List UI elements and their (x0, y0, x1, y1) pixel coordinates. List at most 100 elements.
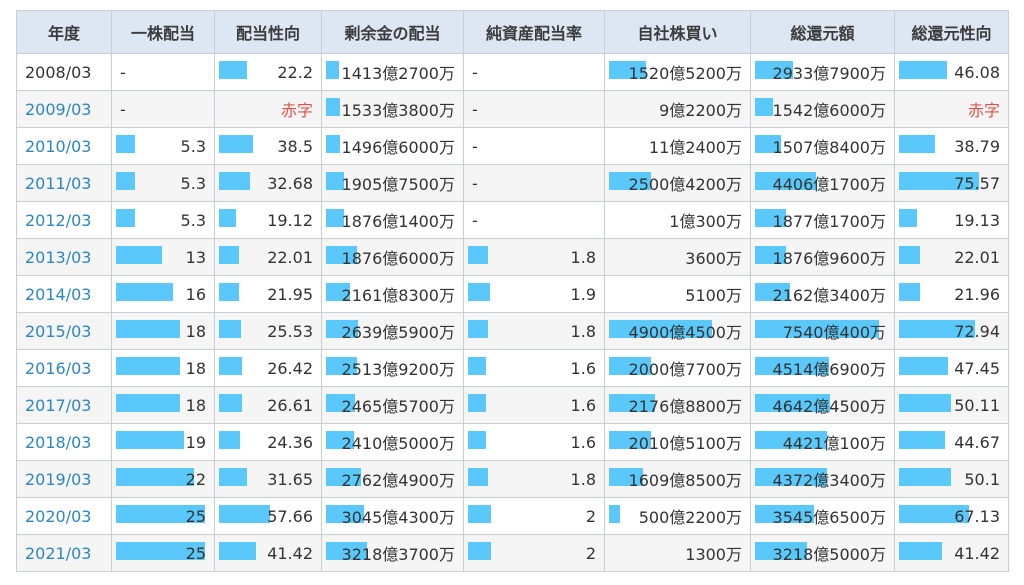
cell-value: 22.2 (277, 62, 313, 82)
cell-value: 2465億5700万 (341, 397, 455, 416)
year-link[interactable]: 2011/03 (16, 164, 112, 202)
header-total-return[interactable]: 総還元額 (750, 10, 895, 54)
cell-value: 13 (185, 247, 206, 267)
payout-ratio-cell: 41.42 (214, 534, 322, 572)
year-link[interactable]: 2021/03 (16, 534, 112, 572)
header-buyback[interactable]: 自社株買い (604, 10, 751, 54)
payout-ratio-cell: 21.95 (214, 275, 322, 313)
value-bar (899, 394, 951, 412)
dividend-per-share-cell: 16 (111, 275, 215, 313)
cell-value: 1609億8500万 (628, 471, 742, 490)
buyback-cell: 1520億5200万 (604, 53, 751, 91)
dividend-per-share-cell: 18 (111, 312, 215, 350)
cell-value: - (120, 62, 126, 82)
payout-ratio-cell: 32.68 (214, 164, 322, 202)
year-link[interactable]: 2016/03 (16, 349, 112, 387)
table-row: 2014/03 16 21.95 2161億8300万 1.9 5100万 2162億340… (16, 275, 1009, 313)
table-row: 2018/03 19 24.36 2410億5000万 1.6 2010億5100万 442… (16, 423, 1009, 461)
payout-ratio-cell: 19.12 (214, 201, 322, 239)
total-return-cell: 1877億1700万 (750, 201, 895, 239)
cell-value: 21.96 (954, 284, 1000, 304)
doe-cell: 2 (463, 497, 605, 535)
year-link[interactable]: 2018/03 (16, 423, 112, 461)
surplus-dividend-cell: 2639億5900万 (321, 312, 464, 350)
value-bar (326, 98, 340, 116)
year-link[interactable]: 2017/03 (16, 386, 112, 424)
buyback-cell: 3600万 (604, 238, 751, 276)
total-return-ratio-cell: 21.96 (894, 275, 1009, 313)
cell-value: 1.8 (570, 321, 596, 341)
cell-value: 21.95 (267, 284, 313, 304)
cell-value: 38.5 (277, 136, 313, 156)
year-link[interactable]: 2009/03 (16, 90, 112, 128)
buyback-cell: 2176億8800万 (604, 386, 751, 424)
dividend-table-container: 年度 一株配当 配当性向 剰余金の配当 純資産配当率 自社株買い 総還元額 総還… (16, 10, 1009, 572)
cell-value: 4900億4500万 (628, 323, 742, 342)
cell-value: 2513億9200万 (341, 360, 455, 379)
payout-ratio-cell: 25.53 (214, 312, 322, 350)
cell-value: 38.79 (954, 136, 1000, 156)
total-return-cell: 4642億4500万 (750, 386, 895, 424)
cell-value: 50.11 (954, 395, 1000, 415)
year-link[interactable]: 2020/03 (16, 497, 112, 535)
doe-cell: 1.6 (463, 423, 605, 461)
header-payout-ratio[interactable]: 配当性向 (214, 10, 322, 54)
value-bar (899, 431, 945, 449)
header-total-return-ratio[interactable]: 総還元性向 (894, 10, 1009, 54)
value-bar (899, 283, 920, 301)
year-link[interactable]: 2013/03 (16, 238, 112, 276)
header-dividend-per-share[interactable]: 一株配当 (111, 10, 215, 54)
cell-value: 赤字 (280, 101, 313, 120)
cell-value: 9億2200万 (659, 101, 742, 120)
header-doe[interactable]: 純資産配当率 (463, 10, 605, 54)
cell-value: 67.13 (954, 506, 1000, 526)
year-link[interactable]: 2019/03 (16, 460, 112, 498)
cell-value: 1.9 (570, 284, 596, 304)
total-return-cell: 3218億5000万 (750, 534, 895, 572)
total-return-cell: 7540億400万 (750, 312, 895, 350)
value-bar (219, 172, 250, 190)
year-link[interactable]: 2012/03 (16, 201, 112, 239)
value-bar (219, 394, 242, 412)
dividend-per-share-cell: 5.3 (111, 164, 215, 202)
cell-value: 2933億7900万 (772, 64, 886, 83)
year-link[interactable]: 2010/03 (16, 127, 112, 165)
table-row: 2017/03 18 26.61 2465億5700万 1.6 2176億8800万 464… (16, 386, 1009, 424)
value-bar (219, 61, 247, 79)
buyback-cell: 500億2200万 (604, 497, 751, 535)
dividend-per-share-cell: 5.3 (111, 201, 215, 239)
total-return-cell: 4514億6900万 (750, 349, 895, 387)
year-link[interactable]: 2015/03 (16, 312, 112, 350)
value-bar (116, 283, 173, 301)
payout-ratio-cell: 22.2 (214, 53, 322, 91)
cell-value: 5.3 (180, 136, 206, 156)
payout-ratio-cell: 赤字 (214, 90, 322, 128)
cell-value: 2500億4200万 (628, 175, 742, 194)
doe-cell: - (463, 90, 605, 128)
cell-value: - (120, 99, 126, 119)
total-return-ratio-cell: 67.13 (894, 497, 1009, 535)
value-bar (468, 283, 490, 301)
surplus-dividend-cell: 1533億3800万 (321, 90, 464, 128)
header-year[interactable]: 年度 (16, 10, 112, 54)
year-link[interactable]: 2014/03 (16, 275, 112, 313)
surplus-dividend-cell: 1876億1400万 (321, 201, 464, 239)
cell-value: 1876億1400万 (341, 212, 455, 231)
cell-value: 2 (585, 506, 596, 526)
cell-value: 3545億6500万 (772, 508, 886, 527)
doe-cell: 1.8 (463, 460, 605, 498)
cell-value: 2762億4900万 (341, 471, 455, 490)
doe-cell: 1.6 (463, 349, 605, 387)
surplus-dividend-cell: 1876億6000万 (321, 238, 464, 276)
shareholder-return-table: 年度 一株配当 配当性向 剰余金の配当 純資産配当率 自社株買い 総還元額 総還… (16, 10, 1009, 572)
cell-value: 3218億3700万 (341, 545, 455, 564)
total-return-ratio-cell: 72.94 (894, 312, 1009, 350)
cell-value: 4642億4500万 (772, 397, 886, 416)
table-row: 2016/03 18 26.42 2513億9200万 1.6 2000億7700万 451… (16, 349, 1009, 387)
total-return-ratio-cell: 50.1 (894, 460, 1009, 498)
value-bar (899, 468, 951, 486)
header-surplus-dividend[interactable]: 剰余金の配当 (321, 10, 464, 54)
dividend-per-share-cell: 5.3 (111, 127, 215, 165)
cell-value: 3045億4300万 (341, 508, 455, 527)
value-bar (468, 246, 488, 264)
